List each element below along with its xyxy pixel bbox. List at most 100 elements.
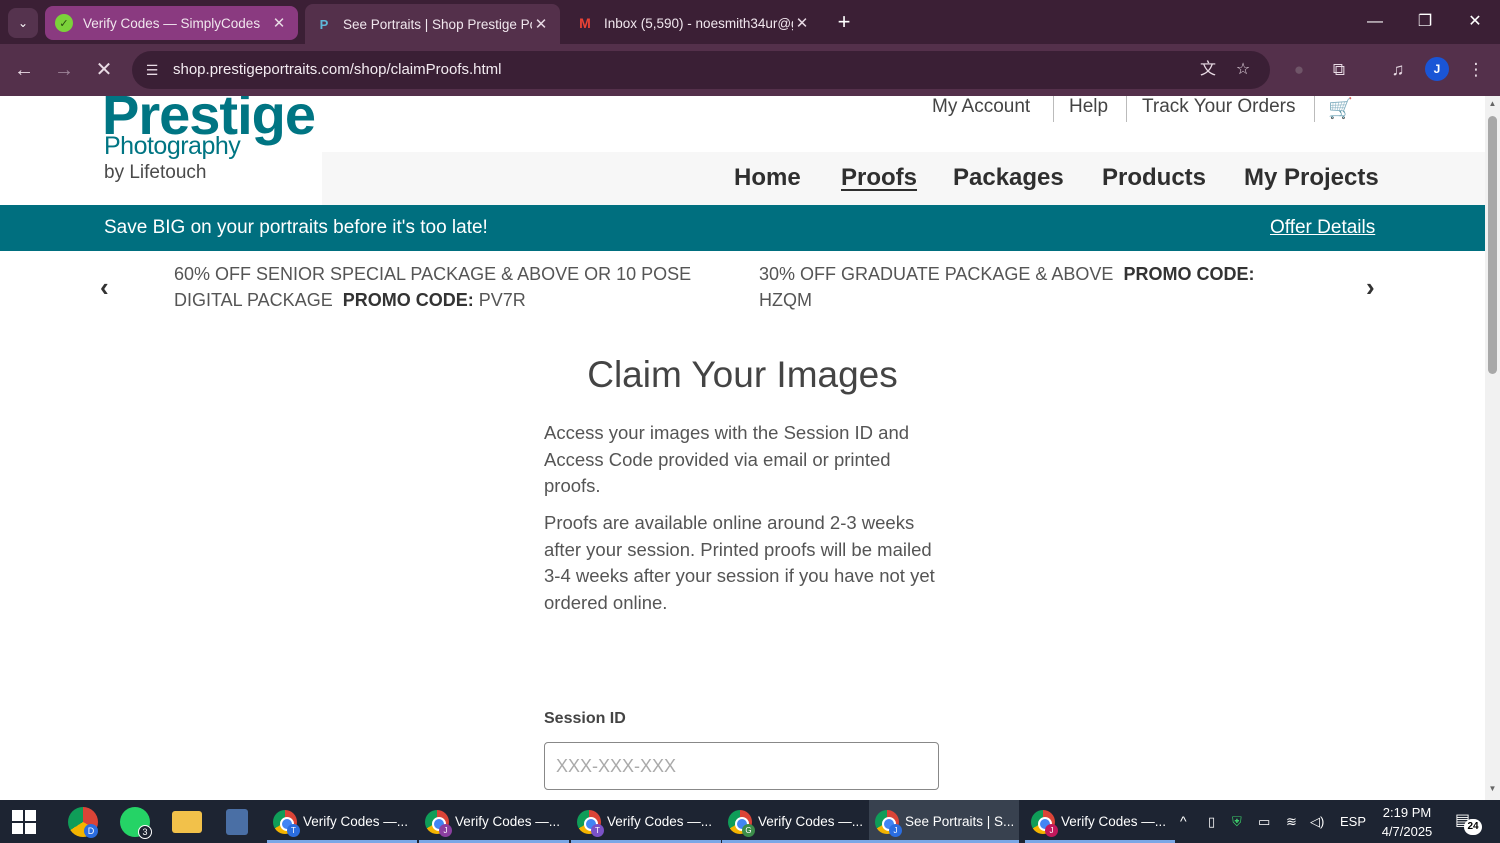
translate-icon[interactable]: 文 <box>1197 59 1219 81</box>
claim-timing-text: Proofs are available online around 2-3 w… <box>544 512 935 613</box>
scrollbar-thumb[interactable] <box>1488 116 1497 374</box>
page-title: Claim Your Images <box>587 354 898 395</box>
nav-products[interactable]: Products <box>1102 164 1206 192</box>
taskbar-task[interactable]: J Verify Codes —... <box>1025 800 1175 843</box>
tab-verify-codes[interactable]: ✓ Verify Codes — SimplyCodes ✕ <box>45 6 298 40</box>
taskbar: D 3 T Verify Codes —... J Verify Codes —… <box>0 800 1500 843</box>
task-label: Verify Codes —... <box>303 814 409 829</box>
taskbar-task-active[interactable]: J See Portraits | S... <box>869 800 1019 843</box>
logo-by-lifetouch[interactable]: by Lifetouch <box>104 162 206 184</box>
wifi-icon[interactable]: ≋ <box>1286 800 1297 843</box>
taskbar-task[interactable]: J Verify Codes —... <box>419 800 569 843</box>
calculator-icon[interactable] <box>226 809 248 835</box>
promo-code-label: PROMO CODE: <box>1123 264 1255 284</box>
session-id-input[interactable] <box>544 742 939 790</box>
site-header: Prestige Photography by Lifetouch My Acc… <box>0 96 1485 205</box>
profile-badge: J <box>889 824 902 837</box>
media-controls-icon[interactable]: ♫ <box>1385 57 1411 83</box>
new-tab-button[interactable]: + <box>830 8 858 36</box>
profile-badge: J <box>1045 824 1058 837</box>
chrome-app-icon[interactable]: D <box>68 807 98 838</box>
stop-loading-button[interactable]: ✕ <box>90 56 118 84</box>
notifications-icon[interactable]: ▤ 24 <box>1455 810 1482 835</box>
security-shield-icon[interactable]: ⛨ <box>1232 800 1242 843</box>
bookmark-star-icon[interactable]: ☆ <box>1232 59 1254 81</box>
menu-kebab-icon[interactable]: ⋮ <box>1463 57 1489 83</box>
divider <box>1314 96 1315 122</box>
profile-badge: T <box>287 824 300 837</box>
nav-packages[interactable]: Packages <box>953 164 1064 192</box>
promo-code: PV7R <box>478 290 526 310</box>
tab-title: Inbox (5,590) - noesmith34ur@gmail.com <box>604 15 793 31</box>
browser-toolbar: ← → ✕ ☰ shop.prestigeportraits.com/shop/… <box>0 44 1500 96</box>
track-orders-link[interactable]: Track Your Orders <box>1142 96 1295 118</box>
promo-item: 30% OFF GRADUATE PACKAGE & ABOVE PROMO C… <box>759 261 1289 313</box>
clock[interactable]: 2:19 PM 4/7/2025 <box>1378 803 1436 841</box>
offer-details-link[interactable]: Offer Details <box>1270 217 1375 239</box>
tab-search-button[interactable]: ⌄ <box>8 8 38 38</box>
scroll-up-icon[interactable]: ▲ <box>1488 99 1497 108</box>
nav-my-projects[interactable]: My Projects <box>1244 164 1379 192</box>
tab-title: Verify Codes — SimplyCodes <box>83 15 261 31</box>
close-tab-icon[interactable]: ✕ <box>270 14 288 32</box>
banner-message: Save BIG on your portraits before it's t… <box>104 217 488 238</box>
close-tab-icon[interactable]: ✕ <box>532 15 550 33</box>
task-label: Verify Codes —... <box>607 814 713 829</box>
language-indicator[interactable]: ESP <box>1340 800 1366 843</box>
profile-badge: G <box>742 824 755 837</box>
tab-title: See Portraits | Shop Prestige Portraits <box>343 16 532 32</box>
divider <box>1126 96 1127 122</box>
taskbar-task[interactable]: G Verify Codes —... <box>722 800 872 843</box>
extensions-icon[interactable]: ⧉ <box>1326 57 1352 83</box>
close-window-button[interactable]: ✕ <box>1450 0 1500 44</box>
whatsapp-icon[interactable]: 3 <box>120 807 152 839</box>
divider <box>1053 96 1054 122</box>
restore-button[interactable]: ❐ <box>1400 0 1450 44</box>
cart-icon[interactable]: 🛒 <box>1328 96 1353 121</box>
site-info-icon[interactable]: ☰ <box>142 60 162 80</box>
back-button[interactable]: ← <box>10 56 38 84</box>
tab-gmail-inbox[interactable]: M Inbox (5,590) - noesmith34ur@gmail.com… <box>566 6 821 40</box>
profile-avatar[interactable]: J <box>1425 57 1449 81</box>
page-scrollbar[interactable]: ▲ ▼ <box>1485 96 1500 800</box>
carousel-next-icon[interactable]: › <box>1366 272 1375 303</box>
usb-device-icon[interactable]: ▯ <box>1208 800 1215 843</box>
profile-badge: T <box>591 824 604 837</box>
minimize-button[interactable]: — <box>1350 0 1400 44</box>
session-id-label: Session ID <box>544 710 626 727</box>
task-label: Verify Codes —... <box>1061 814 1167 829</box>
tray-overflow-icon[interactable]: ^ <box>1180 800 1187 843</box>
nav-home[interactable]: Home <box>734 164 801 192</box>
whatsapp-badge: 3 <box>138 825 152 839</box>
task-label: Verify Codes —... <box>455 814 561 829</box>
file-explorer-icon[interactable] <box>172 811 202 833</box>
forward-button[interactable]: → <box>50 56 78 84</box>
battery-icon[interactable]: ▭ <box>1258 800 1270 843</box>
help-link[interactable]: Help <box>1069 96 1108 118</box>
chrome-profile-badge: D <box>84 824 98 838</box>
task-label: See Portraits | S... <box>905 814 1015 829</box>
promo-item: 60% OFF SENIOR SPECIAL PACKAGE & ABOVE O… <box>174 261 704 313</box>
notification-count: 24 <box>1464 819 1482 835</box>
promo-code: HZQM <box>759 290 812 310</box>
tab-see-portraits[interactable]: P See Portraits | Shop Prestige Portrait… <box>305 4 560 44</box>
address-bar[interactable]: ☰ shop.prestigeportraits.com/shop/claimP… <box>132 51 1270 89</box>
close-tab-icon[interactable]: ✕ <box>793 14 811 32</box>
simplycodes-icon: ✓ <box>55 14 73 32</box>
url-text[interactable]: shop.prestigeportraits.com/shop/claimPro… <box>173 61 501 78</box>
page-viewport: Prestige Photography by Lifetouch My Acc… <box>0 96 1485 800</box>
carousel-prev-icon[interactable]: ‹ <box>100 272 109 303</box>
taskbar-task[interactable]: T Verify Codes —... <box>571 800 721 843</box>
extension-puzzle-disabled-icon[interactable]: ● <box>1286 57 1312 83</box>
claim-intro-text: Access your images with the Session ID a… <box>544 422 910 496</box>
scroll-down-icon[interactable]: ▼ <box>1488 784 1497 793</box>
nav-proofs[interactable]: Proofs <box>841 164 917 192</box>
windows-start-icon[interactable] <box>12 810 36 834</box>
logo-photography[interactable]: Photography <box>104 132 241 161</box>
tab-strip: ⌄ ✓ Verify Codes — SimplyCodes ✕ P See P… <box>0 0 1500 44</box>
clock-date: 4/7/2025 <box>1381 824 1433 839</box>
taskbar-task[interactable]: T Verify Codes —... <box>267 800 417 843</box>
volume-icon[interactable]: ◁) <box>1310 800 1324 843</box>
task-label: Verify Codes —... <box>758 814 864 829</box>
my-account-link[interactable]: My Account <box>932 96 1030 118</box>
